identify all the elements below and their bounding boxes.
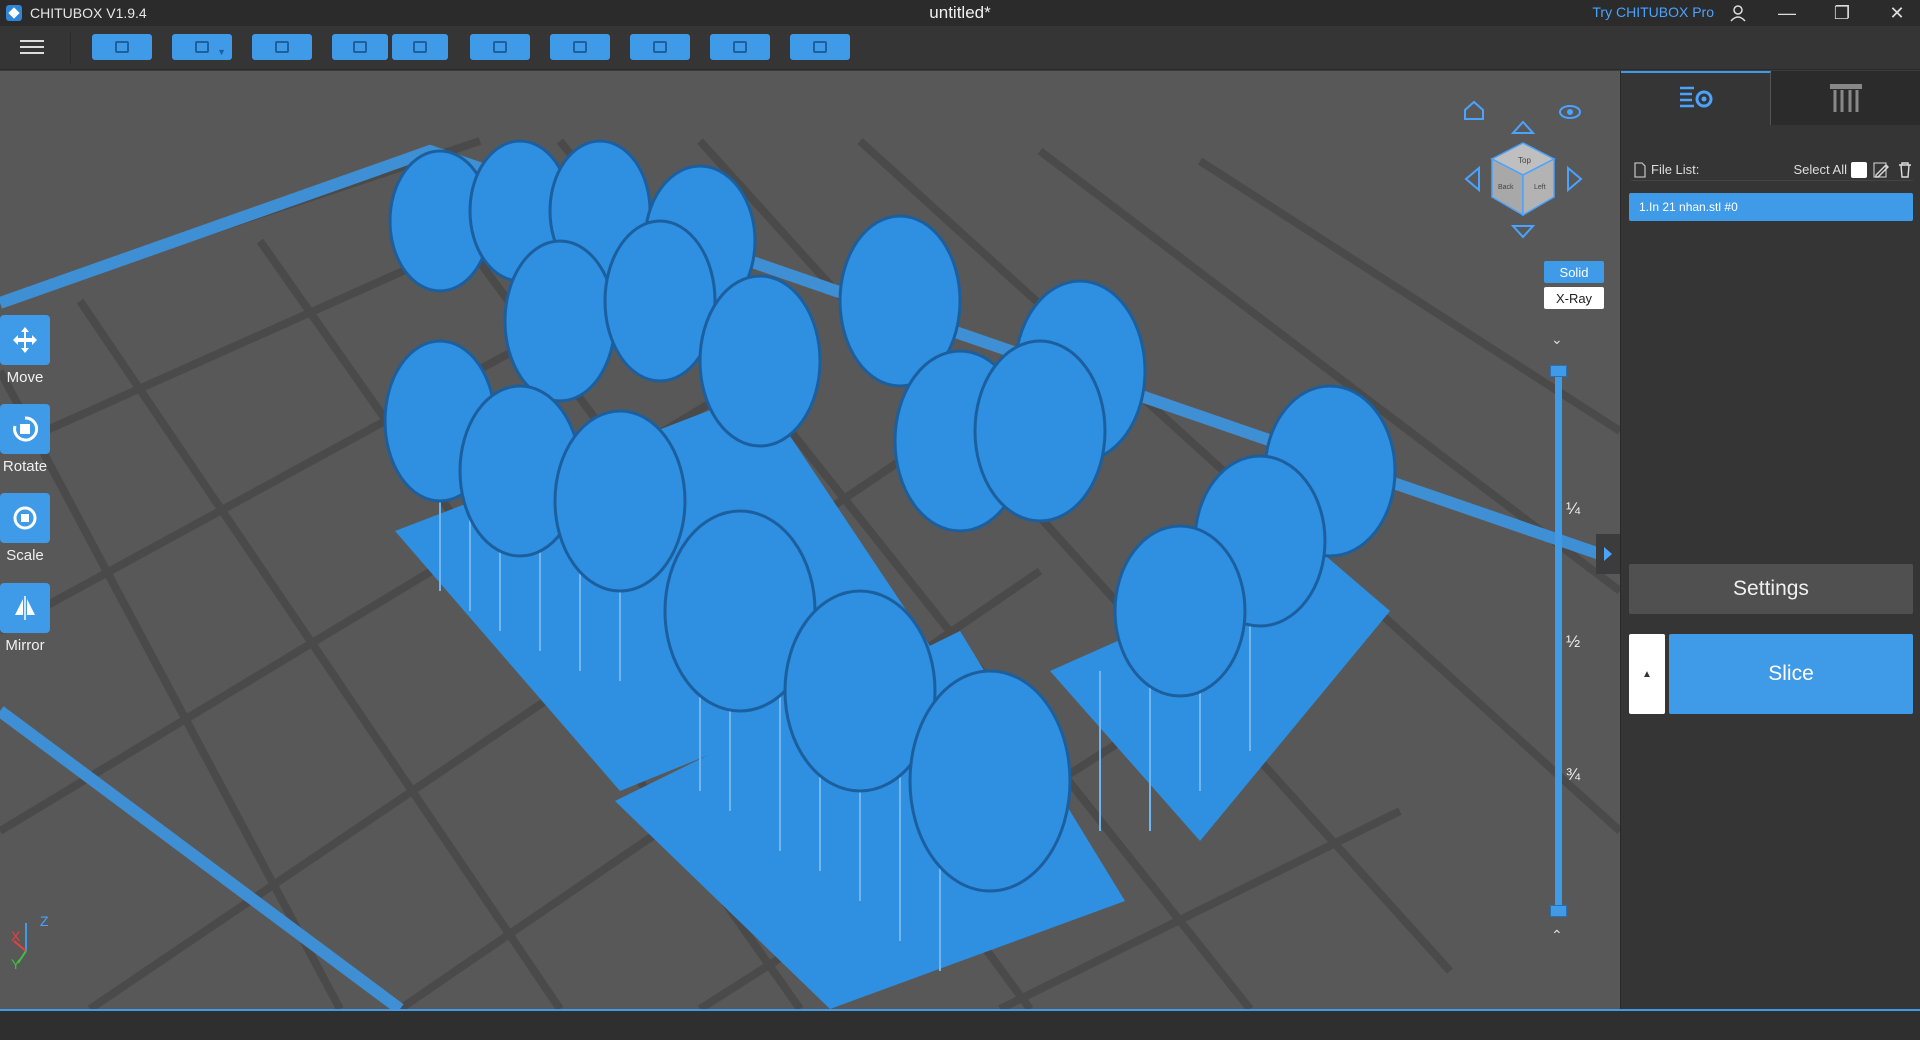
copies-icon — [573, 41, 587, 53]
view-right-icon[interactable] — [1566, 166, 1584, 192]
scale-icon[interactable] — [0, 493, 50, 543]
support-icon — [653, 41, 667, 53]
mirror-label: Mirror — [5, 637, 45, 654]
multi-copy-button[interactable] — [550, 34, 610, 60]
folder-icon — [115, 41, 129, 53]
tab-settings[interactable] — [1621, 71, 1771, 125]
settings-list-icon — [1679, 86, 1712, 108]
main-toolbar: ▼ — [0, 26, 1920, 70]
select-all-checkbox[interactable] — [1851, 161, 1867, 178]
slider-tick-three-quarter: ¾ — [1566, 765, 1581, 784]
edit-icon[interactable] — [1873, 161, 1891, 179]
trash-icon[interactable] — [1897, 161, 1913, 179]
user-icon[interactable] — [1728, 3, 1748, 23]
chevron-down-icon[interactable]: ▼ — [217, 47, 226, 57]
undo-icon — [353, 41, 367, 53]
slider-tick-half: ½ — [1566, 632, 1581, 651]
chevron-up-icon[interactable]: ⌃ — [1551, 927, 1563, 944]
app-name: CHITUBOX V1.9.4 — [30, 5, 147, 21]
undo-button[interactable] — [332, 34, 388, 60]
view-cube-icon[interactable]: Top Back Left — [1488, 139, 1558, 219]
move-icon[interactable] — [0, 315, 50, 365]
list-icon — [493, 41, 507, 53]
cube-face-back: Back — [1498, 184, 1514, 191]
mirror-icon[interactable] — [0, 583, 50, 633]
home-view-icon[interactable] — [1462, 99, 1486, 121]
title-bar: CHITUBOX V1.9.4 untitled* Try CHITUBOX P… — [0, 0, 1920, 26]
rotate-label: Rotate — [2, 458, 48, 475]
toolbar-divider — [70, 32, 71, 64]
ring-model — [503, 239, 617, 403]
chitubox-logo-icon — [6, 5, 22, 21]
export-icon — [813, 41, 827, 53]
hollow-button[interactable] — [710, 34, 770, 60]
slice-options-arrow-icon[interactable]: ▲ — [1629, 634, 1665, 714]
cube-face-left: Left — [1534, 184, 1546, 191]
move-label: Move — [6, 369, 44, 386]
ring-model — [1113, 524, 1247, 698]
layer-slider-bottom-handle[interactable] — [1550, 905, 1567, 917]
panel-collapse-toggle[interactable] — [1596, 534, 1620, 574]
open-file-button[interactable] — [92, 34, 152, 60]
redo-icon — [413, 41, 427, 53]
layer-slider-top-handle[interactable] — [1550, 365, 1567, 377]
cube-face-top: Top — [1518, 156, 1531, 165]
axis-z-label: Z — [40, 913, 49, 929]
panel-tabs — [1621, 71, 1920, 125]
xray-view-button[interactable]: X-Ray — [1544, 287, 1604, 309]
redo-button[interactable] — [392, 34, 448, 60]
tab-supports[interactable] — [1771, 71, 1920, 125]
save-icon — [195, 41, 209, 53]
file-list-header: File List: Select All — [1631, 159, 1913, 181]
chevron-down-icon[interactable]: ⌄ — [1551, 331, 1563, 348]
support-button[interactable] — [630, 34, 690, 60]
3d-viewport[interactable]: Move Rotate Scale Mirror Top Back Left S… — [0, 71, 1620, 1009]
auto-arrange-button[interactable] — [252, 34, 312, 60]
view-left-icon[interactable] — [1463, 166, 1481, 192]
view-down-icon[interactable] — [1511, 224, 1535, 240]
try-pro-link[interactable]: Try CHITUBOX Pro — [1592, 4, 1714, 20]
eye-icon[interactable] — [1558, 103, 1582, 121]
mirror-tool[interactable]: Mirror — [0, 583, 50, 654]
select-all-label: Select All — [1793, 162, 1847, 177]
ring-model — [553, 409, 687, 593]
list-button[interactable] — [470, 34, 530, 60]
close-button[interactable]: ✕ — [1874, 0, 1920, 26]
solid-view-button[interactable]: Solid — [1544, 261, 1604, 283]
ring-model — [698, 274, 822, 448]
axis-gizmo: Z X Y — [11, 913, 49, 971]
ring-model — [973, 339, 1107, 523]
file-list-item[interactable]: 1.In 21 nhan.stl #0 — [1629, 193, 1913, 221]
scale-tool[interactable]: Scale — [0, 493, 50, 564]
rotate-icon[interactable] — [0, 404, 50, 454]
minimize-button[interactable]: — — [1764, 0, 1810, 26]
save-button[interactable]: ▼ — [172, 34, 232, 60]
slice-button[interactable]: Slice — [1669, 634, 1913, 714]
hamburger-menu-icon[interactable] — [20, 36, 44, 60]
axis-y-label: Y — [11, 956, 21, 971]
settings-button[interactable]: Settings — [1629, 564, 1913, 614]
axis-x-label: X — [11, 928, 21, 944]
right-panel: File List: Select All 1.In 21 nhan.stl #… — [1620, 71, 1920, 1009]
move-tool[interactable]: Move — [0, 315, 50, 386]
status-bar — [0, 1009, 1920, 1040]
file-list-label: File List: — [1651, 162, 1700, 177]
restore-button[interactable]: ❐ — [1819, 0, 1865, 26]
ring-model — [603, 219, 717, 383]
ring-model — [908, 669, 1072, 893]
slider-tick-quarter: ¼ — [1566, 499, 1581, 518]
arrange-icon — [275, 41, 289, 53]
scale-label: Scale — [6, 547, 44, 564]
view-up-icon[interactable] — [1511, 119, 1535, 135]
support-pillars-icon — [1829, 84, 1862, 112]
export-button[interactable] — [790, 34, 850, 60]
hollow-icon — [733, 41, 747, 53]
layer-slider-track[interactable] — [1555, 371, 1562, 911]
file-icon — [1634, 162, 1646, 178]
build-plate-scene[interactable] — [0, 71, 1620, 1009]
rotate-tool[interactable]: Rotate — [0, 404, 50, 475]
